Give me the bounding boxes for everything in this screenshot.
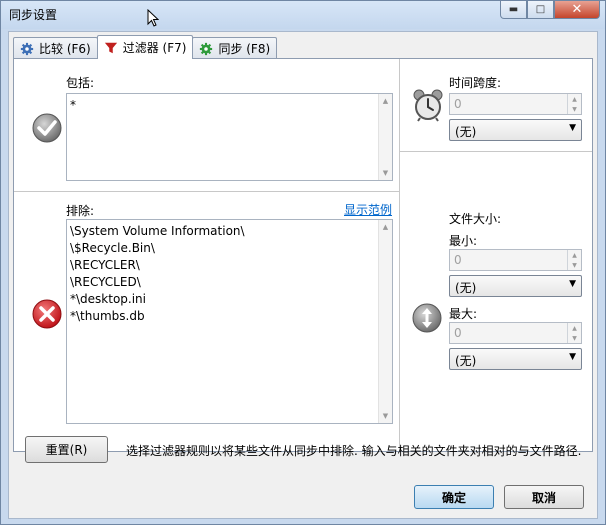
include-exclude-divider — [14, 191, 399, 192]
include-label: 包括: — [66, 76, 95, 90]
ok-button[interactable]: 确定 — [414, 485, 494, 509]
spin-down-icon[interactable]: ▼ — [568, 260, 581, 270]
spin-up-icon[interactable]: ▲ — [568, 94, 581, 104]
file-size-label: 文件大小: — [449, 212, 502, 226]
size-range-icon — [412, 303, 442, 333]
exclude-textarea[interactable]: \System Volume Information\ \$Recycle.Bi… — [66, 219, 393, 424]
tab-filter-label: 过滤器 (F7) — [122, 41, 187, 55]
spin-up-icon[interactable]: ▲ — [568, 323, 581, 333]
vertical-divider — [399, 59, 400, 451]
spin-down-icon[interactable]: ▼ — [568, 104, 581, 114]
alarm-clock-icon — [413, 89, 443, 122]
max-size-value: 0 — [454, 326, 462, 340]
spinner-buttons: ▲ ▼ — [567, 94, 581, 114]
spinner-buttons: ▲ ▼ — [567, 323, 581, 343]
sync-settings-window: 同步设置 ▬ □ ✕ 比较 (F6) 过滤器 (F7) 同步 (F8) 包括: … — [0, 0, 606, 525]
tab-sync-label: 同步 (F8) — [218, 42, 271, 56]
window-controls: ▬ □ ✕ — [500, 1, 600, 19]
dialog-client-area: 比较 (F6) 过滤器 (F7) 同步 (F8) 包括: * ▲ ▼ 排除: 显… — [8, 31, 598, 519]
exclude-line: *\thumbs.db — [70, 309, 145, 323]
filter-panel: 包括: * ▲ ▼ 排除: 显示范例 \System Volume Inform… — [13, 58, 593, 452]
exclude-lines: \System Volume Information\ \$Recycle.Bi… — [70, 223, 245, 325]
funnel-icon — [104, 42, 117, 53]
include-lines: * — [70, 97, 76, 114]
max-size-unit-select[interactable]: (无) ▼ — [449, 348, 582, 370]
exclude-scrollbar[interactable]: ▲ ▼ — [378, 220, 392, 423]
scroll-down-arrow-icon[interactable]: ▼ — [379, 166, 392, 180]
window-title: 同步设置 — [9, 8, 58, 22]
spin-down-icon[interactable]: ▼ — [568, 333, 581, 343]
tab-compare-label: 比较 (F6) — [39, 42, 91, 56]
max-size-label: 最大: — [449, 307, 478, 321]
scroll-up-arrow-icon[interactable]: ▲ — [379, 94, 392, 108]
include-scrollbar[interactable]: ▲ ▼ — [378, 94, 392, 180]
include-line: * — [70, 98, 76, 112]
exclude-line: *\desktop.ini — [70, 292, 146, 306]
tab-sync[interactable]: 同步 (F8) — [192, 37, 278, 59]
maximize-button[interactable]: □ — [527, 1, 554, 19]
chevron-down-icon: ▼ — [569, 352, 576, 362]
time-size-divider — [400, 151, 592, 152]
spin-up-icon[interactable]: ▲ — [568, 250, 581, 260]
filter-hint-text: 选择过滤器规则以将某些文件从同步中排除. 输入与相关的文件夹对相对的与文件路径. — [126, 444, 582, 458]
tab-filter[interactable]: 过滤器 (F7) — [96, 35, 194, 59]
exclude-line: \System Volume Information\ — [70, 224, 245, 238]
title-bar[interactable]: 同步设置 ▬ □ ✕ — [1, 1, 605, 29]
error-x-icon — [32, 299, 62, 329]
tab-strip: 比较 (F6) 过滤器 (F7) 同步 (F8) — [13, 35, 278, 59]
checkmark-icon — [32, 113, 62, 143]
min-size-spinner[interactable]: 0 ▲ ▼ — [449, 249, 582, 271]
time-span-unit-value: (无) — [455, 125, 477, 139]
time-span-label: 时间跨度: — [449, 76, 502, 90]
time-span-spinner[interactable]: 0 ▲ ▼ — [449, 93, 582, 115]
reset-button[interactable]: 重置(R) — [25, 436, 108, 463]
min-size-value: 0 — [454, 253, 462, 267]
exclude-line: \RECYCLER\ — [70, 258, 140, 272]
max-size-spinner[interactable]: 0 ▲ ▼ — [449, 322, 582, 344]
gear-icon — [20, 42, 34, 55]
scroll-down-arrow-icon[interactable]: ▼ — [379, 409, 392, 423]
time-span-unit-select[interactable]: (无) ▼ — [449, 119, 582, 141]
minimize-button[interactable]: ▬ — [500, 1, 527, 19]
show-examples-link[interactable]: 显示范例 — [344, 201, 392, 218]
exclude-line: \$Recycle.Bin\ — [70, 241, 155, 255]
spinner-buttons: ▲ ▼ — [567, 250, 581, 270]
include-textarea[interactable]: * ▲ ▼ — [66, 93, 393, 181]
exclude-line: \RECYCLED\ — [70, 275, 141, 289]
min-size-label: 最小: — [449, 234, 478, 248]
max-size-unit-value: (无) — [455, 354, 477, 368]
chevron-down-icon: ▼ — [569, 279, 576, 289]
time-span-value: 0 — [454, 97, 462, 111]
chevron-down-icon: ▼ — [569, 123, 576, 133]
min-size-unit-value: (无) — [455, 281, 477, 295]
gear-green-icon — [200, 42, 213, 55]
tab-compare[interactable]: 比较 (F6) — [13, 37, 98, 59]
mouse-cursor-icon — [147, 9, 159, 27]
min-size-unit-select[interactable]: (无) ▼ — [449, 275, 582, 297]
close-button[interactable]: ✕ — [554, 1, 600, 19]
cancel-button[interactable]: 取消 — [504, 485, 584, 509]
exclude-label: 排除: — [66, 204, 95, 218]
scroll-up-arrow-icon[interactable]: ▲ — [379, 220, 392, 234]
